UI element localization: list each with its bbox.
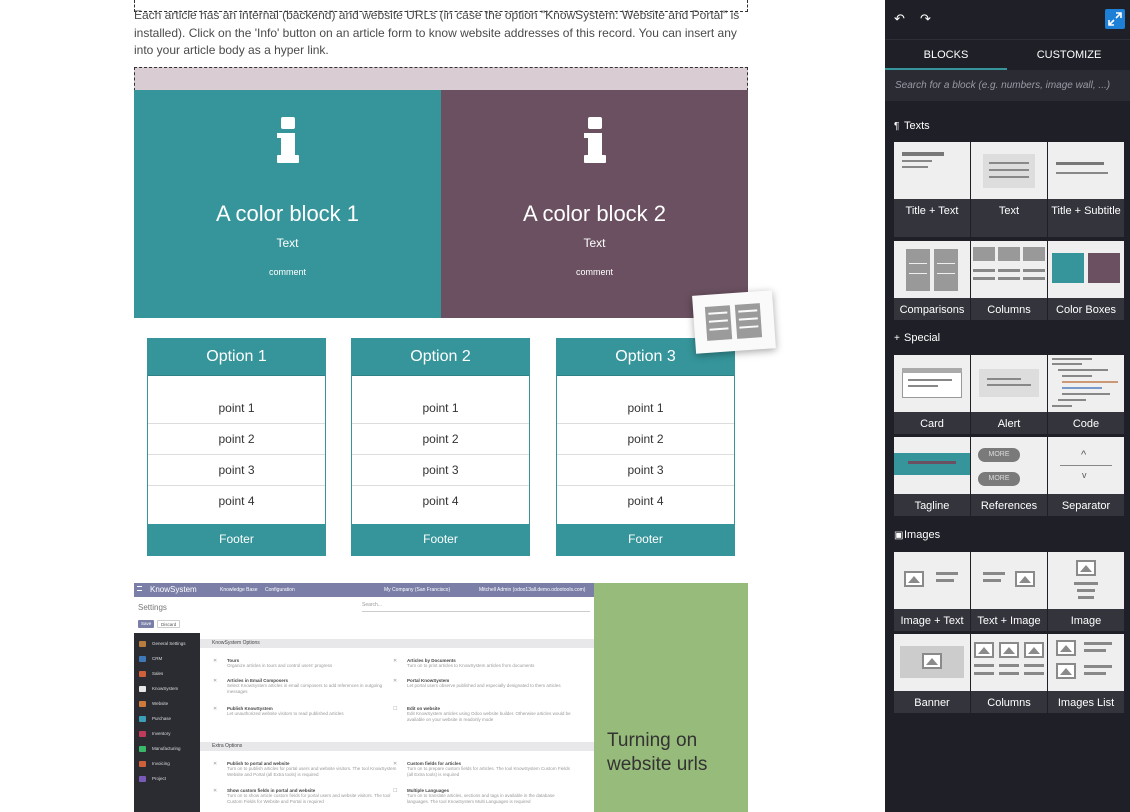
category-special: + Special — [894, 332, 941, 344]
snippet-alert[interactable]: Alert — [971, 355, 1047, 434]
settings-screenshot-image[interactable]: KnowSystem Knowledge Base Configuration … — [134, 583, 594, 812]
snippet-text[interactable]: Text — [971, 142, 1047, 237]
block-search[interactable] — [885, 70, 1130, 101]
screenshot-menu-item: Configuration — [265, 587, 295, 593]
option-title[interactable]: Option 1 — [148, 339, 325, 375]
option-point[interactable]: point 2 — [148, 424, 325, 455]
info-icon — [583, 117, 606, 165]
panel-tabs: BLOCKS CUSTOMIZE — [885, 39, 1130, 70]
expand-icon[interactable] — [1105, 9, 1125, 29]
option-card-1[interactable]: Option 1 point 1 point 2 point 3 point 4… — [147, 338, 326, 556]
screenshot-title: Settings — [138, 603, 167, 612]
dragged-comparisons-snippet[interactable] — [692, 290, 776, 354]
screenshot-company: My Company (San Francisco) — [384, 587, 451, 593]
color-block-2[interactable]: A color block 2 Text comment — [441, 90, 748, 318]
option-point[interactable]: point 1 — [352, 393, 529, 424]
editor-canvas[interactable]: Each article has an internal (backend) a… — [0, 0, 885, 812]
category-texts: ¶ Texts — [894, 120, 930, 132]
snippet-image[interactable]: Image — [1048, 552, 1124, 631]
snippet-banner[interactable]: Banner — [894, 634, 970, 713]
option-point[interactable]: point 3 — [148, 455, 325, 486]
block-search-input[interactable] — [885, 70, 1130, 101]
color-block-comment[interactable]: comment — [134, 267, 441, 277]
option-footer[interactable]: Footer — [352, 524, 529, 555]
snippet-image-columns[interactable]: Columns — [971, 634, 1047, 713]
option-point[interactable]: point 1 — [557, 393, 734, 424]
intro-paragraph[interactable]: Each article has an internal (backend) a… — [134, 7, 748, 60]
tab-blocks[interactable]: BLOCKS — [885, 40, 1007, 70]
snippet-title-subtitle[interactable]: Title + Subtitle — [1048, 142, 1124, 237]
screenshot-save: Save — [138, 620, 155, 628]
color-block-1[interactable]: A color block 1 Text comment — [134, 90, 441, 318]
option-point[interactable]: point 2 — [557, 424, 734, 455]
snippet-tagline[interactable]: Tagline — [894, 437, 970, 516]
info-icon — [276, 117, 299, 165]
snippet-code[interactable]: Code — [1048, 355, 1124, 434]
color-block-text[interactable]: Text — [441, 236, 748, 250]
snippets-panel: ↶ ↷ BLOCKS CUSTOMIZE ¶Texts Title + Text… — [885, 0, 1130, 812]
option-point[interactable]: point 4 — [352, 486, 529, 517]
color-block-text[interactable]: Text — [134, 236, 441, 250]
option-card-3[interactable]: Option 3 point 1 point 2 point 3 point 4… — [556, 338, 735, 556]
references-more-pill: MORE — [978, 472, 1020, 486]
snippet-image-text[interactable]: Image + Text — [894, 552, 970, 631]
snippet-card[interactable]: Card — [894, 355, 970, 434]
snippet-separator[interactable]: ^ v Separator — [1048, 437, 1124, 516]
color-block-comment[interactable]: comment — [441, 267, 748, 277]
green-block-text[interactable]: Turning on website urls — [607, 729, 737, 777]
option-point[interactable]: point 2 — [352, 424, 529, 455]
option-point[interactable]: point 3 — [352, 455, 529, 486]
option-point[interactable]: point 4 — [148, 486, 325, 517]
snippet-comparisons[interactable]: Comparisons — [894, 241, 970, 320]
screenshot-sidebar: General Settings CRM Sales KnowSystem We… — [134, 633, 200, 812]
image-icon: ▣ — [894, 530, 904, 541]
category-images: ▣Images — [894, 529, 941, 541]
option-footer[interactable]: Footer — [557, 524, 734, 555]
color-block-title[interactable]: A color block 1 — [134, 201, 441, 227]
snippet-columns[interactable]: Columns — [971, 241, 1047, 320]
option-point[interactable]: point 1 — [148, 393, 325, 424]
tab-customize[interactable]: CUSTOMIZE — [1008, 40, 1130, 70]
drop-zone-highlight[interactable] — [134, 67, 748, 91]
screenshot-navbar: KnowSystem Knowledge Base Configuration … — [134, 583, 594, 597]
redo-icon[interactable]: ↷ — [920, 12, 934, 26]
option-title[interactable]: Option 2 — [352, 339, 529, 375]
option-point[interactable]: point 3 — [557, 455, 734, 486]
option-point[interactable]: point 4 — [557, 486, 734, 517]
screenshot-content: KnowSystem Options ✕ Tours Organize articl… — [200, 633, 594, 812]
snippet-text-image[interactable]: Text + Image — [971, 552, 1047, 631]
green-text-block[interactable]: Turning on website urls — [594, 583, 748, 812]
snippet-title-text[interactable]: Title + Text — [894, 142, 970, 237]
screenshot-brand: KnowSystem — [150, 585, 197, 594]
option-footer[interactable]: Footer — [148, 524, 325, 555]
screenshot-menu-item: Knowledge Base — [220, 587, 258, 593]
references-more-pill: MORE — [978, 448, 1020, 462]
screenshot-user: Mitchell Admin (odoo13all.demo.odootools… — [479, 587, 586, 593]
snippet-color-boxes[interactable]: Color Boxes — [1048, 241, 1124, 320]
screenshot-search: Search... — [362, 602, 590, 612]
screenshot-discard: Discard — [157, 620, 181, 628]
snippet-images-list[interactable]: Images List — [1048, 634, 1124, 713]
color-block-title[interactable]: A color block 2 — [441, 201, 748, 227]
panel-toolbar: ↶ ↷ — [885, 0, 1130, 39]
option-card-2[interactable]: Option 2 point 1 point 2 point 3 point 4… — [351, 338, 530, 556]
snippet-references[interactable]: MORE MORE References — [971, 437, 1047, 516]
undo-icon[interactable]: ↶ — [894, 12, 908, 26]
